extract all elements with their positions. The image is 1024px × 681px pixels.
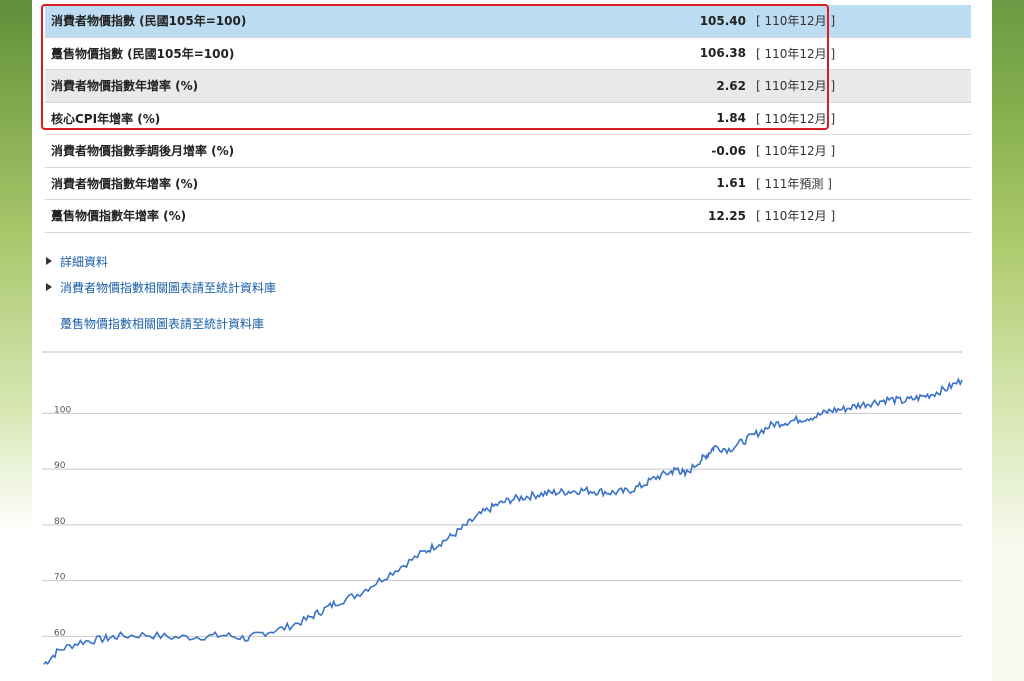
stat-value: 1.61 xyxy=(606,167,754,200)
y-tick-label: 80 xyxy=(54,517,66,527)
table-row: 消費者物價指數季調後月增率 (%) -0.06 [ 110年12月 ] xyxy=(45,134,971,168)
cpi-line-chart: 60 70 80 90 100 xyxy=(42,351,963,666)
background-right xyxy=(992,0,1024,681)
stat-label: 消費者物價指數年增率 (%) xyxy=(45,167,606,200)
stat-period: [ 111年預測 ] xyxy=(754,167,971,200)
triangle-right-icon[interactable] xyxy=(46,257,52,265)
wpi-charts-link[interactable]: 躉售物價指數相關圖表請至統計資料庫 xyxy=(60,315,264,332)
cpi-charts-link[interactable]: 消費者物價指數相關圖表請至統計資料庫 xyxy=(60,279,276,296)
table-row: 躉售物價指數年增率 (%) 12.25 [ 110年12月 ] xyxy=(45,199,971,233)
y-tick-label: 90 xyxy=(54,461,66,471)
stat-period: [ 110年12月 ] xyxy=(754,199,971,233)
y-tick-label: 100 xyxy=(54,405,71,415)
chart-tick-labels: 60 70 80 90 100 xyxy=(54,405,71,638)
table-row: 消費者物價指數年增率 (%) 1.61 [ 111年預測 ] xyxy=(45,167,971,200)
background-left xyxy=(0,0,32,681)
links-section: 詳細資料 消費者物價指數相關圖表請至統計資料庫 躉售物價指數相關圖表請至統計資料… xyxy=(46,248,276,336)
content-panel: 消費者物價指數 (民國105年=100) 105.40 [ 110年12月 ] … xyxy=(32,0,992,681)
chart-gridlines xyxy=(42,351,962,637)
stat-label: 躉售物價指數年增率 (%) xyxy=(45,199,606,233)
link-detail-row: 詳細資料 xyxy=(46,248,276,274)
detail-link[interactable]: 詳細資料 xyxy=(60,253,108,270)
triangle-right-icon[interactable] xyxy=(46,283,52,291)
stat-period: [ 110年12月 ] xyxy=(754,134,971,168)
y-tick-label: 60 xyxy=(54,628,66,638)
cpi-series-line xyxy=(43,377,963,666)
stat-value: 12.25 xyxy=(606,199,754,233)
y-tick-label: 70 xyxy=(54,573,66,583)
red-highlight-annotation xyxy=(41,4,829,130)
stat-label: 消費者物價指數季調後月增率 (%) xyxy=(45,134,606,168)
link-cpi-row: 消費者物價指數相關圖表請至統計資料庫 xyxy=(46,274,276,300)
stat-value: -0.06 xyxy=(606,134,754,168)
